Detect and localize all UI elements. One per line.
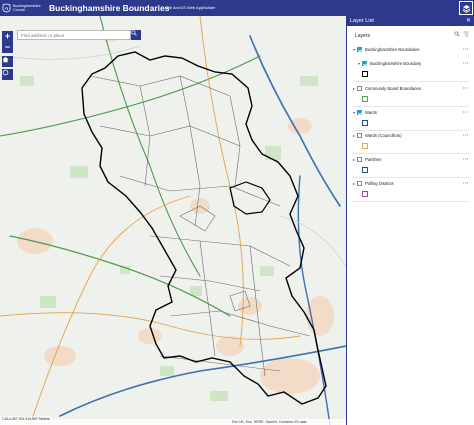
layer-item-parishes[interactable]: ▸ Parishes ⋯ [347,156,474,164]
divider [353,106,469,107]
expand-arrow-icon[interactable]: ▸ [353,157,355,162]
layer-item-boundary[interactable]: ▾ Buckinghamshire Boundary ⋯ [347,60,474,68]
panel-header: Layer List ✕ [347,16,474,26]
expand-arrow-icon[interactable]: ▸ [353,86,355,91]
expand-arrow-icon[interactable]: ▸ [353,133,355,138]
layer-list-panel: Layer List ✕ Layers ▾ Buckinghamshire Bo… [346,16,474,425]
divider [353,153,469,154]
council-logo: Buckinghamshire Council [2,3,47,14]
more-options-icon[interactable]: ⋯ [463,85,469,92]
search-input[interactable]: Find address or place [17,30,131,40]
layer-checkbox[interactable] [357,133,362,138]
layers-label: Layers [355,33,371,39]
more-options-icon[interactable]: ⋯ [463,156,469,163]
more-options-icon[interactable]: ⋯ [463,132,469,139]
filter-menu-icon[interactable] [463,31,469,37]
layer-list-button[interactable] [459,1,473,15]
close-icon[interactable]: ✕ [466,17,471,24]
map-attribution: Esri UK, Esri, HERE, Garmin, Contains OS… [0,419,346,425]
community-board-swatch [362,96,368,102]
expand-arrow-icon[interactable]: ▾ [353,47,355,52]
layer-checkbox[interactable] [357,47,362,52]
layer-item-boundaries-group[interactable]: ▾ Buckinghamshire Boundaries ⋯ [347,46,474,54]
layers-icon [462,4,470,13]
expand-arrow-icon[interactable]: ▾ [358,61,360,66]
list-search-icon[interactable] [454,31,460,37]
expand-arrow-icon[interactable]: ▸ [353,181,355,186]
search-button[interactable] [131,30,141,40]
layer-label: Community Board Boundaries [365,86,421,91]
zoom-in-button[interactable]: + [2,31,13,42]
panel-title: Layer List [350,18,374,24]
scale-readout: 1,614,337 291,914,597 Meters [0,416,52,422]
layer-label: Parishes [365,157,382,162]
wards-councillors-swatch [362,143,368,149]
layer-checkbox[interactable] [362,61,367,66]
expand-arrow-icon[interactable]: ▾ [353,110,355,115]
app-subtitle: with ArcGIS Web AppBuilder [165,5,216,10]
divider [353,177,469,178]
layer-item-community-boards[interactable]: ▸ Community Board Boundaries ⋯ [347,85,474,93]
layer-label: Buckinghamshire Boundary [370,61,422,66]
layer-checkbox[interactable] [357,110,362,115]
more-options-icon[interactable]: ⋯ [463,109,469,116]
zoom-control: + − [2,31,13,53]
basemap [0,16,346,425]
swan-crest-icon [2,3,11,12]
layer-label: Wards [365,110,377,115]
divider [353,201,469,202]
parishes-swatch [362,167,368,173]
more-options-icon[interactable]: ⋯ [463,60,469,67]
search-icon [131,30,137,36]
layer-checkbox[interactable] [357,181,362,186]
app-header: Buckinghamshire Council Buckinghamshire … [0,0,474,16]
map-view[interactable]: + − Find address or place Esri UK, Esri,… [0,16,346,425]
layer-checkbox[interactable] [357,157,362,162]
layer-item-wards[interactable]: ▾ Wards ⋯ [347,109,474,117]
logo-text: Buckinghamshire Council [13,4,41,12]
home-icon [2,56,9,63]
layer-label: Buckinghamshire Boundaries [365,47,420,52]
layer-label: Polling Districts [365,181,394,186]
divider [353,81,469,82]
layer-item-wards-councillors[interactable]: ▸ Wards (Councillors) ⋯ [347,132,474,140]
app-title: Buckinghamshire Boundaries [49,3,170,13]
boundary-swatch [362,71,368,77]
home-button[interactable] [2,56,13,67]
layer-item-polling-districts[interactable]: ▸ Polling Districts ⋯ [347,180,474,188]
more-options-icon[interactable]: ⋯ [463,46,469,53]
zoom-out-button[interactable]: − [2,42,13,53]
wards-swatch [362,120,368,126]
divider [353,130,469,131]
locate-icon [2,69,9,76]
layer-list-tools [454,31,469,37]
layer-label: Wards (Councillors) [365,133,402,138]
more-options-icon[interactable]: ⋯ [463,180,469,187]
my-location-button[interactable] [2,69,13,80]
polling-districts-swatch [362,191,368,197]
layer-checkbox[interactable] [357,86,362,91]
